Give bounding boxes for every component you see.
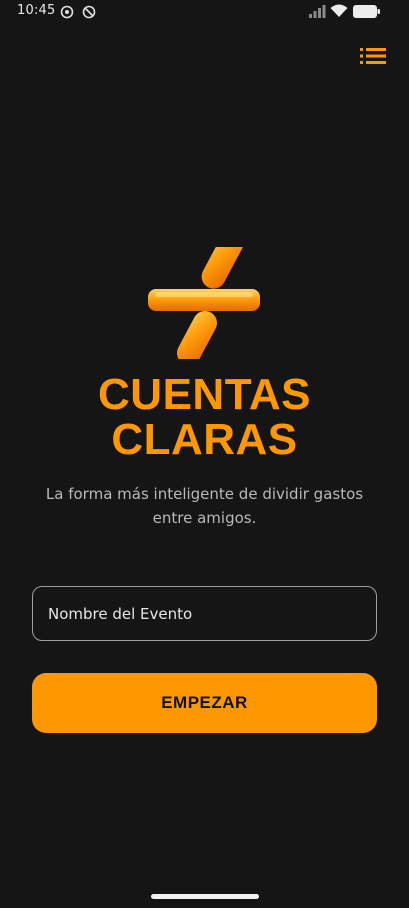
app-title-line2: CLARAS xyxy=(111,415,298,464)
do-not-disturb-icon xyxy=(82,5,96,19)
app-title-line1: CUENTAS xyxy=(98,370,311,419)
event-name-input[interactable] xyxy=(32,586,377,641)
start-button[interactable]: EMPEZAR xyxy=(32,673,377,733)
signal-icon xyxy=(309,5,326,18)
wifi-icon xyxy=(330,4,348,17)
list-menu-icon[interactable] xyxy=(358,44,388,68)
battery-icon xyxy=(353,5,380,18)
home-indicator xyxy=(151,894,259,899)
sync-icon xyxy=(60,5,74,19)
app-tagline: La forma más inteligente de dividir gast… xyxy=(45,485,364,527)
status-time: 10:45 xyxy=(17,3,56,18)
plus-divide-logo-icon xyxy=(148,247,260,359)
app-title: CUENTAS CLARAS xyxy=(0,372,409,462)
status-bar: 10:45 xyxy=(0,0,409,24)
